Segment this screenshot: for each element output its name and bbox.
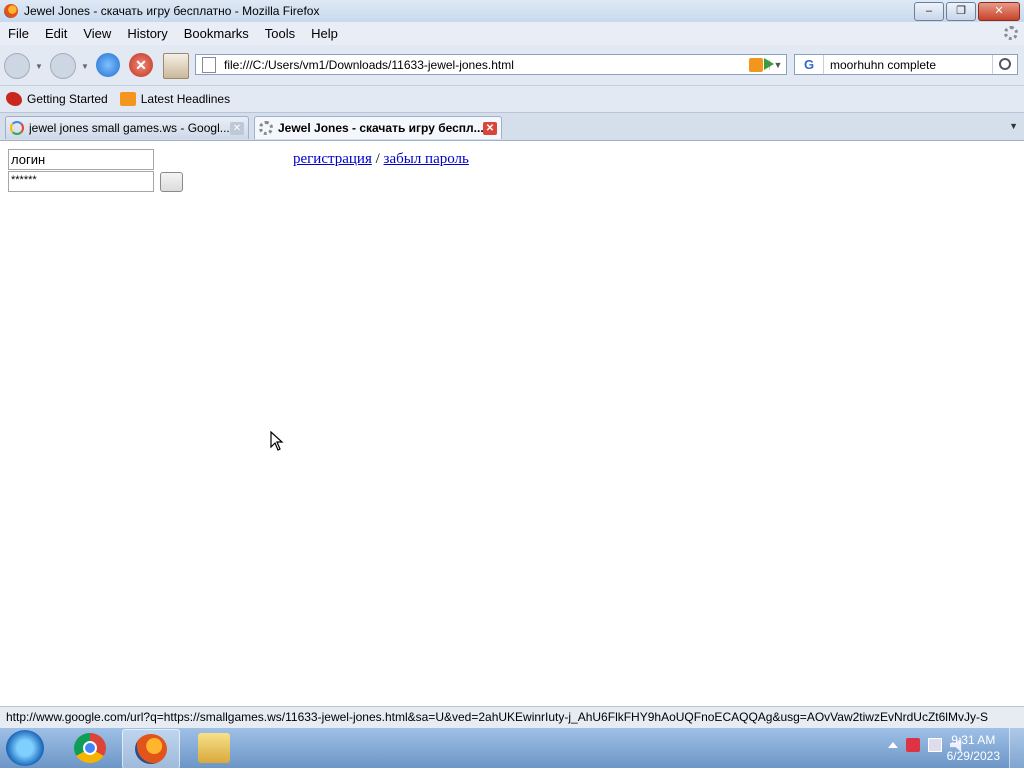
menu-bookmarks[interactable]: Bookmarks — [176, 26, 257, 41]
clock-date: 6/29/2023 — [946, 749, 1000, 763]
firefox-red-icon — [6, 92, 22, 106]
chrome-icon — [74, 733, 106, 763]
back-button[interactable] — [4, 53, 30, 79]
menu-tools[interactable]: Tools — [257, 26, 303, 41]
menu-bar: File Edit View History Bookmarks Tools H… — [0, 22, 1024, 45]
menu-view[interactable]: View — [75, 26, 119, 41]
search-input[interactable]: moorhuhn complete — [824, 58, 992, 72]
bookmark-label: Getting Started — [27, 92, 108, 106]
minimize-button[interactable]: – — [914, 2, 944, 21]
stop-button[interactable]: ✕ — [129, 53, 153, 77]
login-submit-button[interactable] — [160, 172, 183, 192]
page-icon — [202, 56, 216, 73]
go-button[interactable] — [764, 58, 774, 70]
bookmark-latest-headlines[interactable]: Latest Headlines — [119, 92, 231, 106]
address-bar[interactable]: file:///C:/Users/vm1/Downloads/11633-jew… — [195, 54, 787, 75]
tab-strip: jewel jones small games.ws - Googl... ✕ … — [0, 113, 1024, 141]
taskbar-chrome[interactable] — [62, 729, 118, 767]
google-icon — [10, 121, 24, 135]
taskbar-explorer[interactable] — [186, 729, 242, 767]
clock-time: 9:31 AM — [951, 733, 996, 747]
window-controls: – ❐ ✕ — [914, 2, 1020, 21]
menu-edit[interactable]: Edit — [37, 26, 75, 41]
tab-label: Jewel Jones - скачать игру беспл... — [278, 121, 483, 135]
forward-button[interactable] — [50, 53, 76, 79]
list-all-tabs-icon[interactable]: ▼ — [1009, 121, 1018, 131]
search-engine-icon[interactable]: G — [795, 55, 824, 74]
search-icon[interactable] — [992, 55, 1017, 74]
activity-throbber-icon — [1004, 26, 1018, 40]
tab-jewel-jones[interactable]: Jewel Jones - скачать игру беспл... ✕ — [254, 116, 502, 139]
url-text[interactable]: file:///C:/Users/vm1/Downloads/11633-jew… — [224, 58, 749, 72]
tab-close-icon[interactable]: ✕ — [483, 121, 497, 135]
menu-history[interactable]: History — [119, 26, 175, 41]
show-desktop-button[interactable] — [1009, 728, 1024, 768]
loading-icon — [259, 121, 273, 135]
action-center-icon[interactable] — [906, 738, 920, 752]
taskbar: 9:31 AM 6/29/2023 — [0, 728, 1024, 769]
rss-icon — [119, 92, 136, 106]
maximize-button[interactable]: ❐ — [946, 2, 976, 21]
link-separator: / — [371, 151, 384, 167]
close-window-button[interactable]: ✕ — [978, 2, 1020, 21]
bookmark-label: Latest Headlines — [140, 92, 231, 106]
firefox-icon — [135, 734, 167, 764]
taskbar-firefox[interactable] — [122, 729, 180, 769]
start-button[interactable] — [6, 730, 44, 766]
account-links: регистрация / забыл пароль — [293, 151, 469, 168]
home-button[interactable] — [163, 53, 189, 79]
tab-label: jewel jones small games.ws - Googl... — [29, 121, 230, 135]
bookmark-getting-started[interactable]: Getting Started — [6, 92, 108, 106]
forward-history-dropdown[interactable]: ▼ — [81, 62, 89, 71]
login-field[interactable]: логин — [8, 149, 154, 170]
firefox-icon — [4, 4, 18, 18]
show-hidden-icons-icon[interactable] — [888, 742, 898, 748]
forgot-password-link[interactable]: забыл пароль — [384, 151, 469, 167]
tab-google-search[interactable]: jewel jones small games.ws - Googl... ✕ — [5, 116, 249, 139]
navigation-toolbar: ▼ ▼ ✕ file:///C:/Users/vm1/Downloads/116… — [0, 45, 1024, 86]
rss-feed-icon[interactable] — [749, 57, 763, 72]
folder-icon — [198, 733, 230, 763]
menu-file[interactable]: File — [0, 26, 37, 41]
bookmarks-toolbar: Getting Started Latest Headlines — [0, 86, 1024, 113]
title-bar: Jewel Jones - скачать игру бесплатно - M… — [0, 0, 1024, 22]
reload-button[interactable] — [96, 53, 120, 77]
tab-close-icon[interactable]: ✕ — [230, 121, 244, 135]
search-bar[interactable]: G moorhuhn complete — [794, 54, 1018, 75]
clock[interactable]: 9:31 AM 6/29/2023 — [947, 732, 1000, 764]
menu-help[interactable]: Help — [303, 26, 346, 41]
status-bar: http://www.google.com/url?q=https://smal… — [0, 706, 1024, 728]
page-content: логин ****** регистрация / забыл пароль — [0, 141, 1024, 706]
window-title: Jewel Jones - скачать игру бесплатно - M… — [24, 4, 320, 18]
back-history-dropdown[interactable]: ▼ — [35, 62, 43, 71]
register-link[interactable]: регистрация — [293, 151, 372, 167]
password-field[interactable]: ****** — [8, 171, 154, 192]
network-icon[interactable] — [928, 738, 942, 752]
